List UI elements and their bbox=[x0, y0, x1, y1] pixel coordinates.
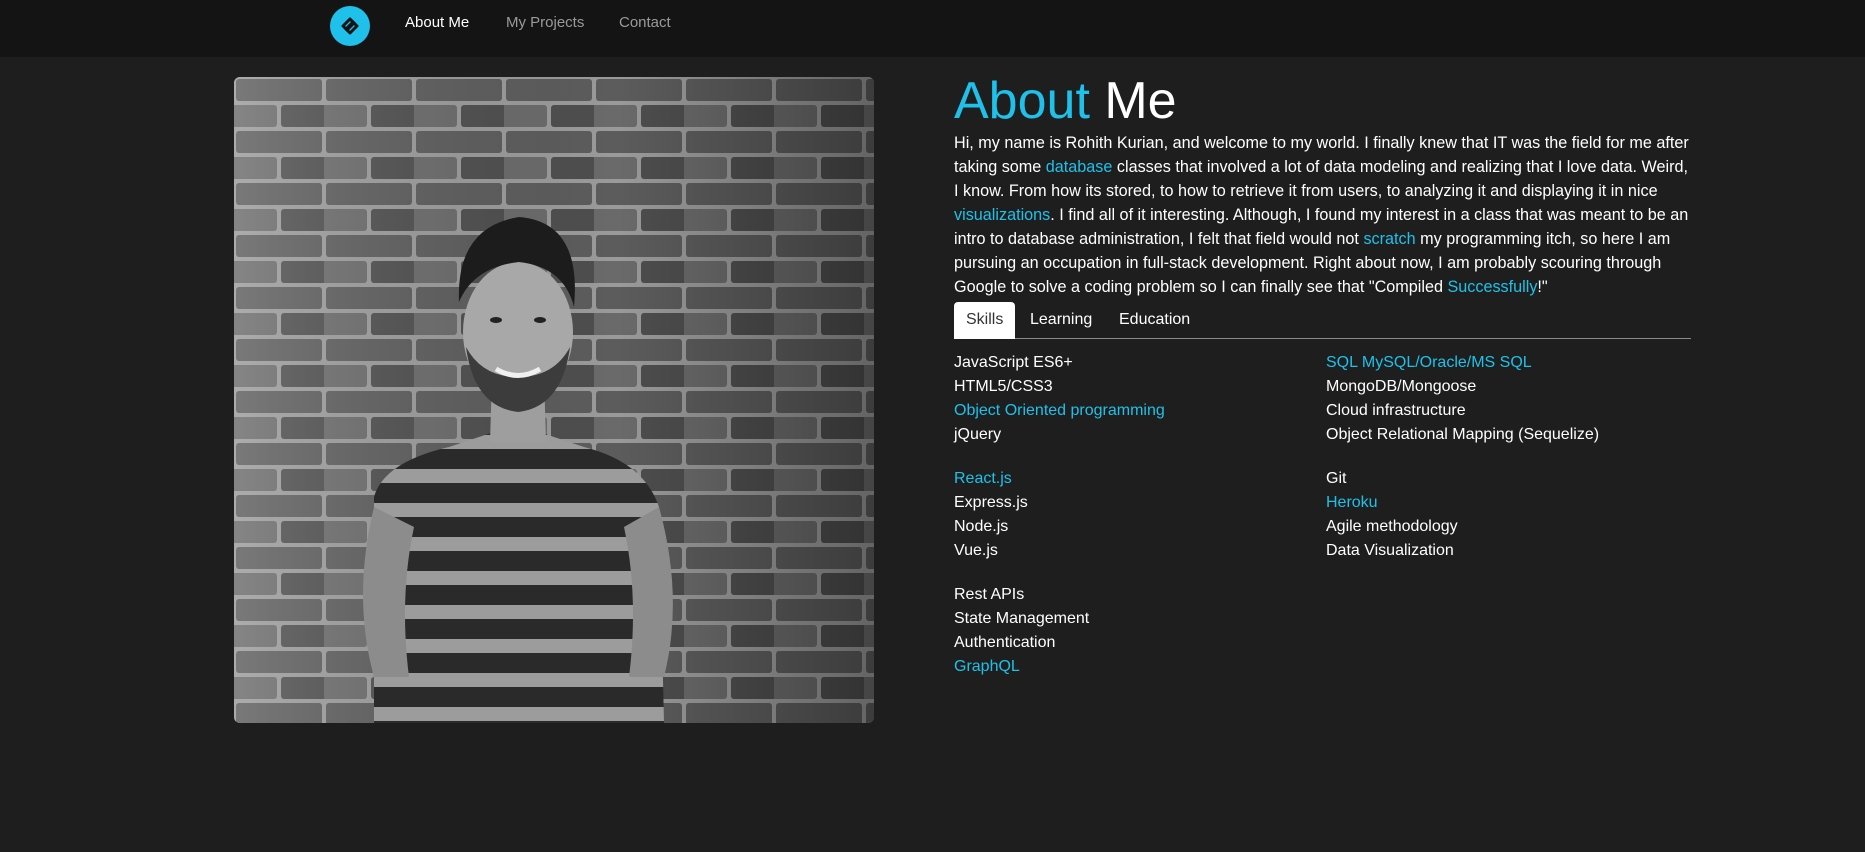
skill-group: JavaScript ES6+ HTML5/CSS3 Object Orient… bbox=[954, 351, 1314, 447]
skill-item: Git bbox=[1326, 470, 1347, 487]
highlight-successfully: Successfully bbox=[1447, 278, 1538, 296]
intro-text-5: !" bbox=[1537, 278, 1548, 296]
skill-item: Node.js bbox=[954, 518, 1009, 535]
about-section: About Me Hi, my name is Rohith Kurian, a… bbox=[954, 71, 1691, 691]
nav-my-projects[interactable]: My Projects bbox=[506, 14, 584, 31]
logo-icon[interactable] bbox=[330, 6, 370, 46]
skill-item: GraphQL bbox=[954, 658, 1020, 675]
nav-contact[interactable]: Contact bbox=[619, 14, 671, 31]
skill-item: Cloud infrastructure bbox=[1326, 402, 1466, 419]
highlight-database: database bbox=[1045, 158, 1113, 176]
skills-panel: JavaScript ES6+ HTML5/CSS3 Object Orient… bbox=[954, 351, 1691, 691]
skill-item: React.js bbox=[954, 470, 1012, 487]
skill-item: MongoDB/Mongoose bbox=[1326, 378, 1477, 395]
highlight-scratch: scratch bbox=[1363, 230, 1416, 248]
skill-item: Heroku bbox=[1326, 494, 1378, 511]
skill-group: SQL MySQL/Oracle/MS SQL MongoDB/Mongoose… bbox=[1326, 351, 1686, 447]
skill-group: Rest APIs State Management Authenticatio… bbox=[954, 583, 1314, 679]
page-title: About Me bbox=[954, 71, 1691, 131]
title-accent: About bbox=[954, 72, 1090, 130]
title-rest: Me bbox=[1089, 72, 1177, 130]
skill-item: State Management bbox=[954, 610, 1090, 627]
nav-about-me[interactable]: About Me bbox=[405, 14, 469, 31]
tab-education[interactable]: Education bbox=[1119, 302, 1190, 338]
skills-column-right: SQL MySQL/Oracle/MS SQL MongoDB/Mongoose… bbox=[1326, 351, 1686, 583]
intro-paragraph: Hi, my name is Rohith Kurian, and welcom… bbox=[954, 131, 1691, 299]
skill-item: Object Oriented programming bbox=[954, 402, 1165, 419]
skill-item: Agile methodology bbox=[1326, 518, 1458, 535]
skills-tabs: Skills Learning Education bbox=[954, 302, 1691, 339]
skill-item: JavaScript ES6+ bbox=[954, 354, 1073, 371]
skill-item: SQL MySQL/Oracle/MS SQL bbox=[1326, 354, 1532, 371]
profile-photo-image bbox=[234, 77, 874, 723]
skills-column-left: JavaScript ES6+ HTML5/CSS3 Object Orient… bbox=[954, 351, 1314, 699]
skill-item: jQuery bbox=[954, 426, 1002, 443]
skill-item: Object Relational Mapping (Sequelize) bbox=[1326, 426, 1600, 443]
skill-group: React.js Express.js Node.js Vue.js bbox=[954, 467, 1314, 563]
profile-photo bbox=[234, 77, 874, 723]
skill-item: Express.js bbox=[954, 494, 1028, 511]
highlight-visualizations: visualizations bbox=[954, 206, 1051, 224]
skill-item: Authentication bbox=[954, 634, 1056, 651]
skill-item: Rest APIs bbox=[954, 586, 1025, 603]
skill-item: HTML5/CSS3 bbox=[954, 378, 1053, 395]
tab-learning[interactable]: Learning bbox=[1030, 302, 1092, 338]
tab-skills[interactable]: Skills bbox=[954, 302, 1016, 339]
link-chain-icon bbox=[341, 17, 359, 35]
skill-item: Vue.js bbox=[954, 542, 998, 559]
skill-item: Data Visualization bbox=[1326, 542, 1454, 559]
top-navbar: About Me My Projects Contact bbox=[0, 0, 1865, 57]
skill-group: Git Heroku Agile methodology Data Visual… bbox=[1326, 467, 1686, 563]
